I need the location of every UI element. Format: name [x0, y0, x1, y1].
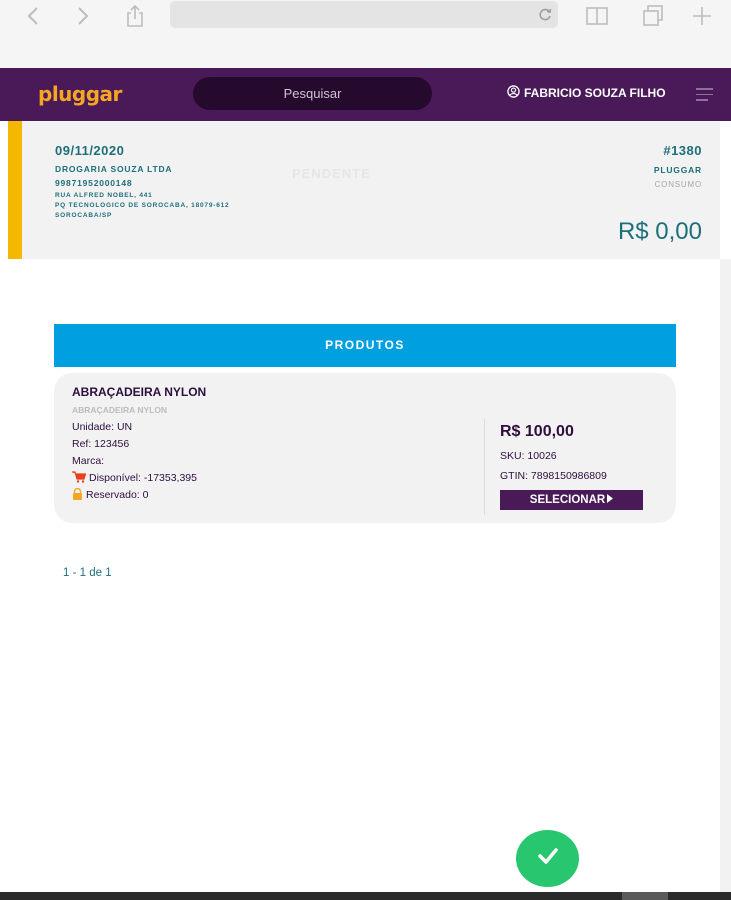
page-edge	[720, 259, 731, 892]
product-reserved: Reservado: 0	[86, 489, 149, 501]
client-address-line2: PQ TECNOLOGICO DE SOROCABA, 18079-612	[55, 202, 230, 209]
product-name: ABRAÇADEIRA NYLON	[72, 385, 207, 399]
browser-toolbar	[0, 0, 731, 68]
check-icon	[536, 846, 560, 871]
order-total: R$ 0,00	[617, 218, 702, 245]
product-reserved-row: Reservado: 0	[72, 487, 206, 503]
product-subtitle: ABRAÇADEIRA NYLON	[72, 405, 168, 415]
hamburger-menu-icon[interactable]	[696, 88, 713, 105]
order-number: #1380	[663, 143, 702, 158]
user-circle-icon	[507, 85, 520, 101]
product-divider	[484, 419, 485, 515]
share-icon[interactable]	[122, 2, 148, 30]
product-ref: Ref: 123456	[72, 438, 130, 450]
order-summary-card: 09/11/2020 DROGARIA SOUZA LTDA 998719520…	[8, 121, 720, 259]
client-address-line3: SOROCABA/SP	[55, 212, 113, 219]
client-cnpj: 99871952000148	[55, 178, 133, 188]
product-gtin: GTIN: 7898150986809	[500, 470, 607, 482]
product-details: ABRAÇADEIRA NYLON ABRAÇADEIRA NYLON Unid…	[72, 385, 206, 506]
new-tab-icon[interactable]	[690, 2, 714, 30]
select-button[interactable]: SELECIONAR	[500, 490, 643, 510]
product-available-row: Disponível: -17353,395	[72, 470, 206, 486]
pluggar-logo[interactable]: pluggar	[38, 82, 122, 106]
product-sku: SKU: 10026	[500, 450, 557, 462]
order-status: PENDENTE	[292, 166, 371, 181]
order-company: PLUGGAR	[653, 165, 702, 175]
bottom-scrollbar[interactable]	[0, 892, 731, 900]
tabs-icon[interactable]	[640, 2, 666, 30]
client-address-line1: RUA ALFRED NOBEL, 441	[55, 192, 153, 199]
product-card: ABRAÇADEIRA NYLON ABRAÇADEIRA NYLON Unid…	[54, 373, 676, 523]
forward-icon[interactable]	[72, 2, 94, 30]
book-icon[interactable]	[584, 2, 610, 30]
pagination-info: 1 - 1 de 1	[63, 567, 112, 579]
lock-icon	[72, 487, 83, 503]
product-brand: Marca:	[72, 455, 105, 467]
product-unit: Unidade: UN	[72, 421, 133, 433]
select-button-label: SELECIONAR	[529, 494, 606, 506]
product-price: R$ 100,00	[500, 423, 574, 440]
client-name: DROGARIA SOUZA LTDA	[55, 164, 173, 174]
products-header: PRODUTOS	[54, 324, 676, 367]
order-date: 09/11/2020	[55, 143, 125, 158]
url-bar[interactable]	[170, 1, 558, 28]
back-icon[interactable]	[22, 2, 44, 30]
order-type: CONSUMO	[654, 180, 702, 189]
search-input[interactable]: Pesquisar	[193, 77, 432, 110]
product-available: Disponível: -17353,395	[89, 472, 197, 484]
user-menu[interactable]: FABRICIO SOUZA FILHO	[507, 85, 666, 101]
cart-icon	[72, 470, 87, 486]
caret-right-icon	[607, 494, 614, 506]
order-client-info: 09/11/2020 DROGARIA SOUZA LTDA 998719520…	[55, 143, 229, 222]
user-name: FABRICIO SOUZA FILHO	[524, 86, 666, 100]
product-pricing: R$ 100,00 SKU: 10026 GTIN: 7898150986809…	[500, 423, 643, 510]
confirm-button[interactable]	[516, 830, 579, 887]
app-header: pluggar Pesquisar FABRICIO SOUZA FILHO	[0, 68, 731, 121]
order-meta: #1380 PLUGGAR CONSUMO	[654, 143, 702, 189]
reload-icon[interactable]	[538, 6, 552, 27]
scrollbar-thumb[interactable]	[622, 892, 668, 900]
